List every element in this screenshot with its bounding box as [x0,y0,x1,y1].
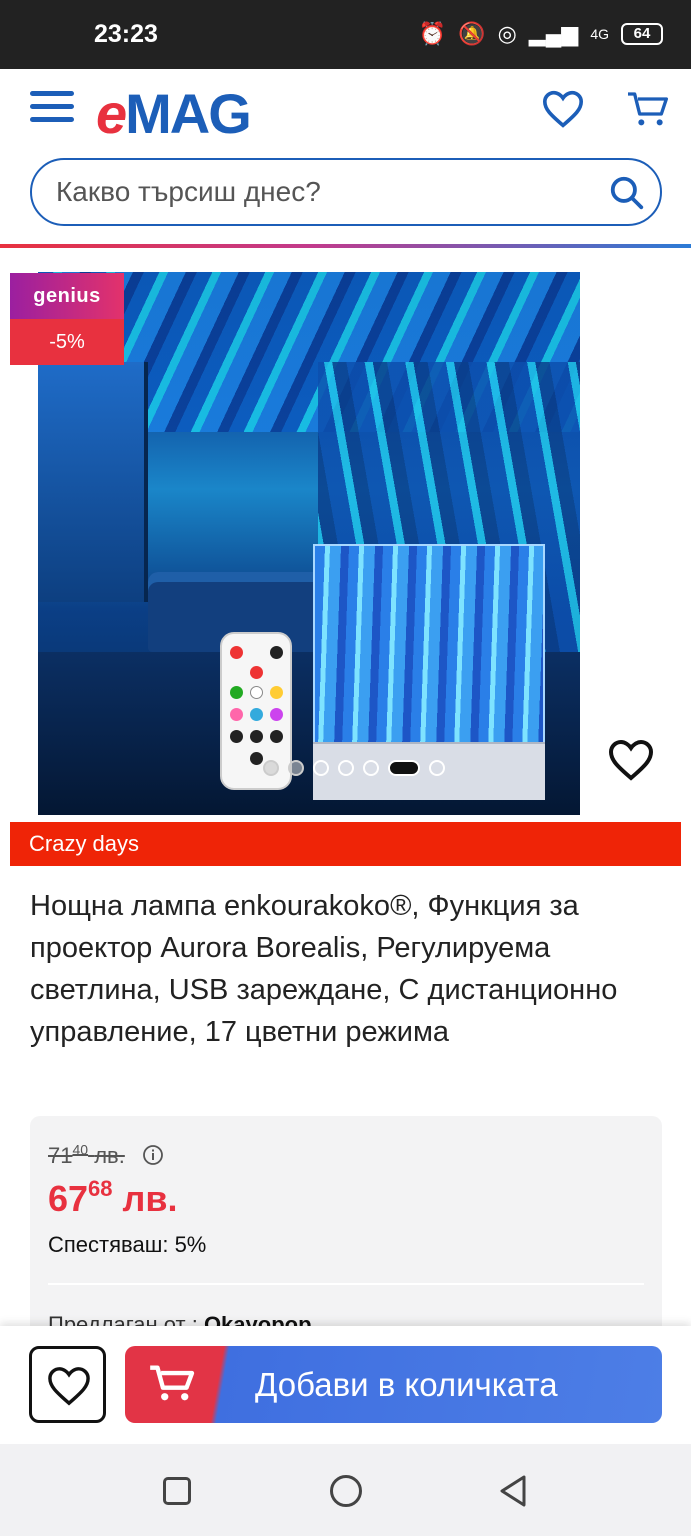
add-to-favorites-button[interactable] [29,1346,106,1423]
savings-text: Спестяваш: 5% [48,1232,207,1257]
info-icon[interactable] [142,1144,164,1166]
promo-banner[interactable]: Crazy days [10,822,681,866]
bottom-action-bar: Добави в количката [0,1326,691,1444]
emag-logo[interactable]: eMAG [96,81,252,146]
add-to-cart-button[interactable]: Добави в количката [125,1346,662,1423]
status-time: 23:23 [94,20,158,48]
status-icons: ⏰ 🔕 ◎ ▂▄▆ 4G 64 [419,20,663,48]
header-divider [0,244,691,248]
back-icon[interactable] [498,1474,528,1508]
app-header: eMAG [0,69,691,248]
search-bar [30,158,662,226]
image-pager[interactable] [263,760,445,776]
home-icon[interactable] [330,1475,362,1507]
pager-dot[interactable] [313,760,329,776]
pager-dot[interactable] [338,760,354,776]
pager-dot[interactable] [288,760,304,776]
signal-icon: ▂▄▆ [528,21,579,46]
notifications-off-icon: 🔕 [458,21,486,46]
recent-apps-icon[interactable] [163,1477,191,1505]
price-box: 7140 лв. 6768 лв. Спестяваш: 5% Предлага… [30,1116,662,1346]
wishlist-heart-icon[interactable] [607,738,655,782]
alarm-icon: ⏰ [418,21,447,46]
favorites-heart-icon[interactable] [540,89,586,129]
search-input[interactable] [56,160,596,224]
status-bar: 23:23 ⏰ 🔕 ◎ ▂▄▆ 4G 64 [0,0,691,69]
pager-dot[interactable] [363,760,379,776]
battery-icon: 64 [621,23,663,45]
pager-dot[interactable] [388,760,420,776]
price-divider [48,1283,644,1285]
add-to-cart-label: Добави в количката [255,1366,558,1403]
hamburger-menu-icon[interactable] [30,91,74,125]
pager-dot[interactable] [429,760,445,776]
discount-badge: -5% [10,319,124,365]
product-title: Нощна лампа enkourakoko®, Функция за про… [30,890,618,1048]
search-icon[interactable] [608,174,646,212]
system-nav-bar [0,1444,691,1536]
current-price: 6768 лв. [48,1176,178,1219]
network-type: 4G [590,26,609,42]
pager-dot[interactable] [263,760,279,776]
cart-icon [150,1365,195,1401]
heart-icon [48,1367,90,1406]
cart-icon[interactable] [626,89,670,129]
old-price: 7140 лв. [48,1142,125,1169]
hotspot-icon: ◎ [497,21,517,46]
genius-badge: genius [10,273,124,319]
